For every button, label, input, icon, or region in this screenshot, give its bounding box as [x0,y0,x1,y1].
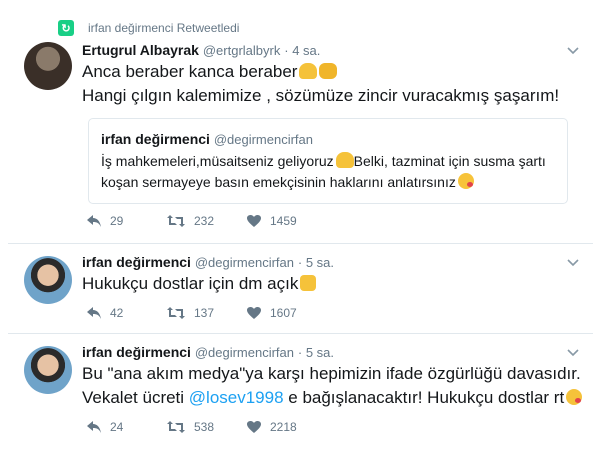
wink-face-emoji [566,389,583,405]
timeline: ↻ irfan değirmenci Retweetledi Ertugrul … [0,0,605,453]
quote-text-line: İş mahkemeleri,müsaitseniz geliyoruz [101,153,334,169]
reply-count: 42 [110,306,124,320]
kiss-face-emoji [457,173,474,189]
retweet-action[interactable]: 538 [166,420,246,434]
author-name[interactable]: Ertugrul Albayrak [82,42,199,58]
retweet-context-icon: ↻ [58,20,74,36]
tweet[interactable]: ↻ irfan değirmenci Retweetledi Ertugrul … [8,0,593,244]
tweet-text: Hukukçu dostlar için dm açık [82,272,317,296]
tweet-text: Bu "ana akım medya"ya karşı hepimizin if… [82,362,583,410]
author-handle[interactable]: @ertgrlalbyrk [203,43,281,58]
reply-icon [87,421,101,433]
like-action[interactable]: 1459 [246,214,326,228]
retweet-action[interactable]: 232 [166,214,246,228]
quote-header: irfan değirmenci @degirmencirfan [101,131,313,147]
timestamp[interactable]: · 5 sa. [298,255,334,270]
flexed-biceps-emoji [335,152,354,168]
quote-text-line: koşan sermayeye basın emekçisinin haklar… [101,174,456,190]
chevron-down-icon[interactable] [567,44,579,56]
pointing-hand-emoji [300,275,317,291]
author-handle[interactable]: @degirmencirfan [195,255,294,270]
retweet-icon [167,215,185,227]
flexed-biceps-emoji [299,63,318,79]
tweet-actions: 42 137 1607 [86,306,326,320]
chevron-down-icon[interactable] [567,256,579,268]
tweet-text-line: Hukukçu dostlar için dm açık [82,274,299,293]
tweet-header: Ertugrul Albayrak @ertgrlalbyrk · 4 sa. [82,42,320,58]
quote-author-handle: @degirmencirfan [213,132,313,147]
like-count: 1607 [270,306,297,320]
tweet[interactable]: irfan değirmenci @degirmencirfan · 5 sa.… [8,334,593,453]
tweet-text-line: Hangi çılgın kalemimize , sözümüze zinci… [82,86,560,105]
chevron-down-icon[interactable] [567,346,579,358]
timestamp[interactable]: · 5 sa. [298,345,334,360]
author-handle[interactable]: @degirmencirfan [195,345,294,360]
tweet-header: irfan değirmenci @degirmencirfan · 5 sa. [82,344,334,360]
reply-action[interactable]: 42 [86,306,166,320]
tweet-text-line: Anca beraber kanca beraber [82,62,298,81]
like-action[interactable]: 2218 [246,420,326,434]
retweet-icon [167,421,185,433]
tweet-header: irfan değirmenci @degirmencirfan · 5 sa. [82,254,334,270]
retweet-icon [167,307,185,319]
fist-emoji [319,63,338,79]
retweet-action[interactable]: 137 [166,306,246,320]
tweet-text-line: e bağışlanacaktır! Hukukçu dostlar rt [283,388,565,407]
retweet-context-label: irfan değirmenci Retweetledi [88,21,240,35]
tweet-text-line: Bu "ana akım medya"ya karşı hepimizin if… [82,364,581,383]
retweet-count: 538 [194,420,215,434]
quote-author-name: irfan değirmenci [101,131,210,147]
avatar[interactable] [24,256,72,304]
like-action[interactable]: 1607 [246,306,326,320]
timestamp[interactable]: · 4 sa. [284,43,320,58]
retweet-count: 232 [194,214,215,228]
reply-icon [87,215,101,227]
mention-link[interactable]: @losev1998 [189,388,284,407]
like-count: 1459 [270,214,297,228]
tweet-text: Anca beraber kanca beraber Hangi çılgın … [82,60,559,108]
tweet[interactable]: irfan değirmenci @degirmencirfan · 5 sa.… [8,244,593,334]
like-icon [247,307,261,319]
reply-action[interactable]: 29 [86,214,166,228]
quote-text-line: Belki, tazminat için susma şartı [353,153,546,169]
avatar[interactable] [24,42,72,90]
reply-count: 24 [110,420,124,434]
tweet-text-line: Vekalet ücreti [82,388,189,407]
quote-text: İş mahkemeleri,müsaitseniz geliyoruz Belk… [101,151,546,193]
tweet-actions: 24 538 2218 [86,420,326,434]
like-icon [247,421,261,433]
retweet-count: 137 [194,306,215,320]
quoted-tweet[interactable]: irfan değirmenci @degirmencirfan İş mahk… [88,118,568,204]
reply-count: 29 [110,214,124,228]
like-count: 2218 [270,420,297,434]
author-name[interactable]: irfan değirmenci [82,254,191,270]
retweet-context: ↻ irfan değirmenci Retweetledi [58,20,239,36]
reply-icon [87,307,101,319]
like-icon [247,215,261,227]
author-name[interactable]: irfan değirmenci [82,344,191,360]
tweet-actions: 29 232 1459 [86,214,326,228]
reply-action[interactable]: 24 [86,420,166,434]
avatar[interactable] [24,346,72,394]
